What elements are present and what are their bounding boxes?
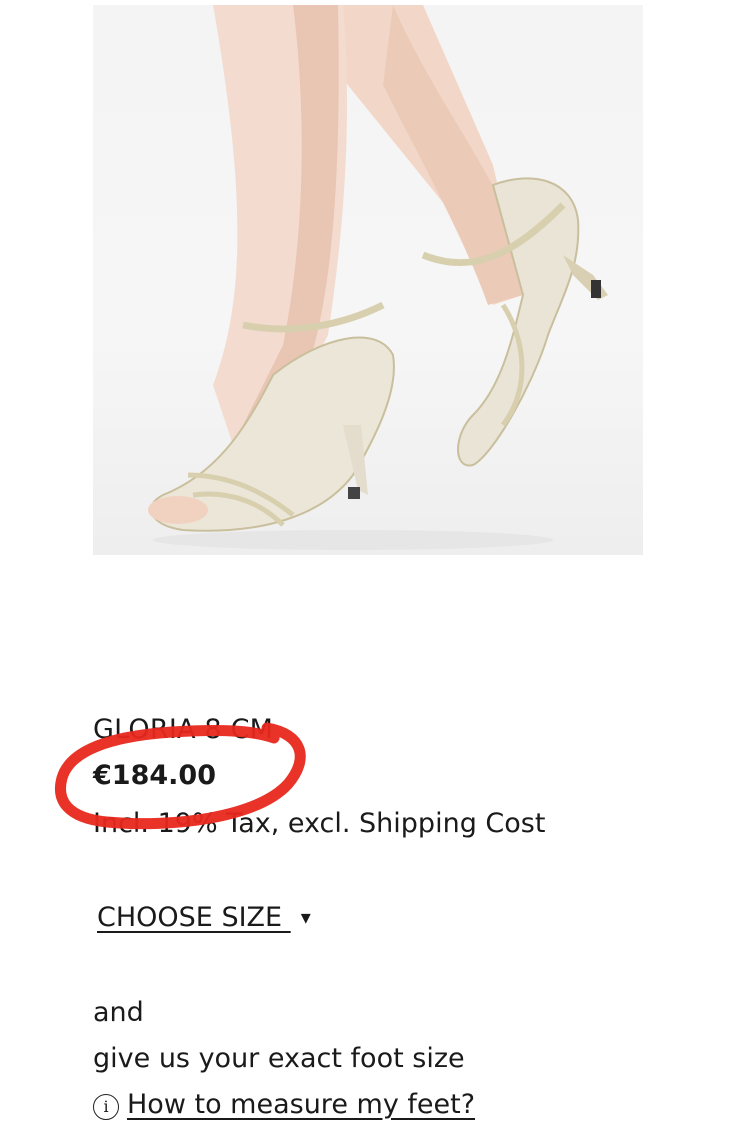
shoe-illustration: [148, 5, 608, 550]
caret-down-icon[interactable]: ▾: [301, 905, 311, 929]
measure-feet-link[interactable]: How to measure my feet?: [127, 1089, 475, 1120]
foot-size-instruction: give us your exact foot size: [93, 1043, 465, 1074]
info-icon: i: [93, 1094, 119, 1120]
product-image[interactable]: [93, 5, 643, 555]
choose-size-label[interactable]: CHOOSE SIZE: [97, 902, 291, 933]
product-price: €184.00: [93, 760, 216, 791]
tax-note: Incl. 19% Tax, excl. Shipping Cost: [93, 808, 546, 839]
measure-feet-row: i How to measure my feet?: [93, 1087, 475, 1123]
product-title: GLORIA 8 CM: [93, 714, 274, 745]
choose-size-dropdown[interactable]: CHOOSE SIZE ▾: [97, 900, 311, 937]
and-text: and: [93, 997, 144, 1028]
